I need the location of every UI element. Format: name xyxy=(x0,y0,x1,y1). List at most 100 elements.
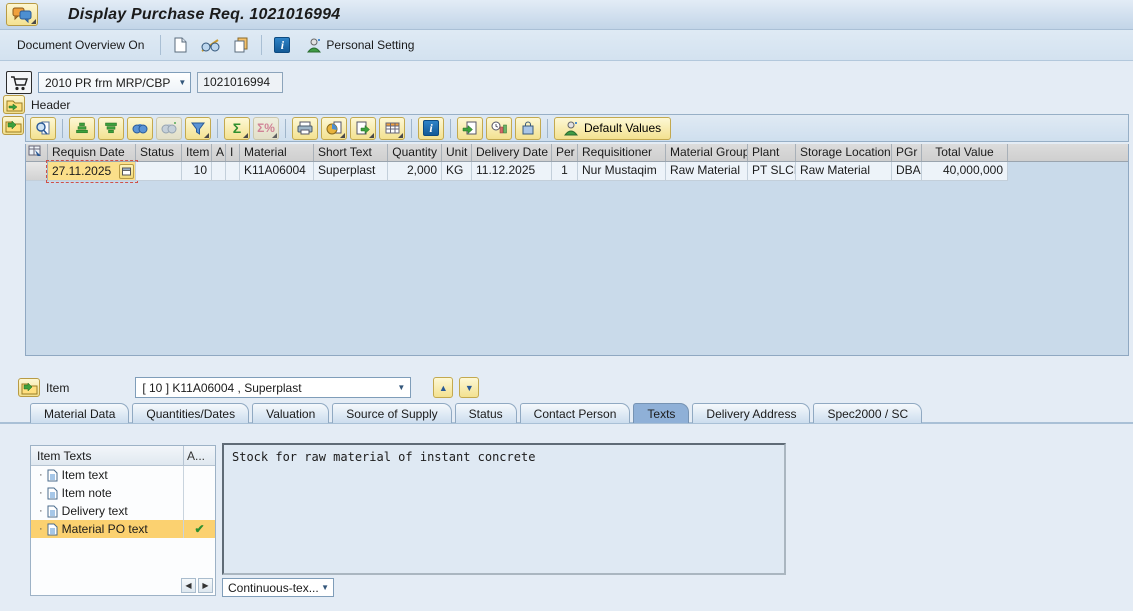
cell-short-text[interactable]: Superplast xyxy=(314,162,388,181)
system-menu-button[interactable] xyxy=(6,3,38,26)
display-change-button[interactable] xyxy=(197,36,223,55)
cell-pgr[interactable]: DBA xyxy=(892,162,922,181)
tab-quantities-dates[interactable]: Quantities/Dates xyxy=(132,403,249,423)
document-type-select[interactable]: 2010 PR frm MRP/CBP ▼ xyxy=(38,72,191,93)
column-header-quantity[interactable]: Quantity xyxy=(388,144,442,161)
cell-plant[interactable]: PT SLCI xyxy=(748,162,796,181)
column-header-plant[interactable]: Plant xyxy=(748,144,796,161)
column-header-pgr[interactable]: PGr xyxy=(892,144,922,161)
column-header-item[interactable]: Item xyxy=(182,144,212,161)
cell-material[interactable]: K11A06004 xyxy=(240,162,314,181)
previous-item-button[interactable]: ▲ xyxy=(433,377,453,398)
cell-per[interactable]: 1 xyxy=(552,162,578,181)
sort-ascending-icon xyxy=(75,122,89,134)
detail-button[interactable] xyxy=(30,117,56,140)
text-format-select[interactable]: Continuous-tex... ▼ xyxy=(222,578,334,597)
copy-button[interactable] xyxy=(230,35,252,55)
cell-storage-location[interactable]: Raw Material xyxy=(796,162,892,181)
column-header-total-value[interactable]: Total Value xyxy=(922,144,1008,161)
cell-i[interactable] xyxy=(226,162,240,181)
column-header-storage-location[interactable]: Storage Location xyxy=(796,144,892,161)
cell-requisitioner[interactable]: Nur Mustaqim xyxy=(578,162,666,181)
next-item-button[interactable]: ▼ xyxy=(459,377,479,398)
scroll-right-button[interactable]: ▶ xyxy=(198,578,213,593)
items-collapse-button[interactable] xyxy=(2,116,24,135)
filter-icon xyxy=(191,122,205,135)
purchase-req-button[interactable] xyxy=(6,71,32,94)
subtotal-button[interactable]: Σ% xyxy=(253,117,279,140)
dropdown-corner-icon xyxy=(340,133,345,138)
cell-material-group[interactable]: Raw Material xyxy=(666,162,748,181)
item-details-button[interactable]: i xyxy=(418,117,444,140)
changes-button[interactable] xyxy=(486,117,512,140)
cell-unit[interactable]: KG xyxy=(442,162,472,181)
cell-quantity[interactable]: 2,000 xyxy=(388,162,442,181)
check-icon: ✔ xyxy=(194,522,204,536)
scroll-left-button[interactable]: ◀ xyxy=(181,578,196,593)
column-header-delivery-date[interactable]: Delivery Date xyxy=(472,144,552,161)
tab-texts[interactable]: Texts xyxy=(633,403,689,423)
tab-spec2000-sc[interactable]: Spec2000 / SC xyxy=(813,403,922,423)
print-button[interactable] xyxy=(292,117,318,140)
text-type-item-note[interactable]: · Item note xyxy=(31,484,215,502)
column-header-status[interactable]: Status xyxy=(136,144,182,161)
column-header-material[interactable]: Material xyxy=(240,144,314,161)
column-header-a[interactable]: A xyxy=(212,144,226,161)
up-arrow-icon: ▲ xyxy=(439,383,448,393)
column-header-short-text[interactable]: Short Text xyxy=(314,144,388,161)
total-button[interactable]: Σ xyxy=(224,117,250,140)
items-section-toggle xyxy=(2,116,24,135)
row-select-button[interactable] xyxy=(26,162,48,181)
sort-descending-button[interactable] xyxy=(98,117,124,140)
tab-material-data[interactable]: Material Data xyxy=(30,403,129,423)
document-overview-button[interactable]: Document Overview On xyxy=(10,35,151,55)
column-header-requisn-date[interactable]: Requisn Date xyxy=(48,144,136,161)
page-title: Display Purchase Req. 1021016994 xyxy=(68,6,340,24)
text-type-item-text[interactable]: · Item text xyxy=(31,466,215,484)
tab-status[interactable]: Status xyxy=(455,403,517,423)
shopping-bag-button[interactable] xyxy=(515,117,541,140)
date-picker-button[interactable] xyxy=(119,164,134,179)
item-select[interactable]: [ 10 ] K11A06004 , Superplast ▼ xyxy=(135,377,411,398)
cell-total-value[interactable]: 40,000,000 xyxy=(922,162,1008,181)
column-header-i[interactable]: I xyxy=(226,144,240,161)
dropdown-corner-icon xyxy=(243,133,248,138)
chevron-down-icon: ▼ xyxy=(321,583,329,592)
column-header-unit[interactable]: Unit xyxy=(442,144,472,161)
tab-source-of-supply[interactable]: Source of Supply xyxy=(332,403,451,423)
select-all-button[interactable] xyxy=(26,144,48,161)
export-button[interactable] xyxy=(350,117,376,140)
bullet-icon: · xyxy=(39,487,43,499)
cell-delivery-date[interactable]: 11.12.2025 xyxy=(472,162,552,181)
tab-valuation[interactable]: Valuation xyxy=(252,403,329,423)
set-filter-button[interactable] xyxy=(185,117,211,140)
layout-button[interactable] xyxy=(379,117,405,140)
header-expand-button[interactable] xyxy=(3,95,25,114)
copy-to-document-button[interactable] xyxy=(457,117,483,140)
column-header-requisitioner[interactable]: Requisitioner xyxy=(578,144,666,161)
column-header-material-group[interactable]: Material Group xyxy=(666,144,748,161)
personal-setting-button[interactable]: Personal Setting xyxy=(300,35,421,56)
column-header-per[interactable]: Per xyxy=(552,144,578,161)
create-document-button[interactable] xyxy=(170,35,190,55)
services-info-button[interactable]: i xyxy=(271,35,293,55)
text-type-delivery-text[interactable]: · Delivery text xyxy=(31,502,215,520)
document-number-field[interactable]: 1021016994 xyxy=(197,72,283,93)
sort-ascending-button[interactable] xyxy=(69,117,95,140)
person-icon xyxy=(564,121,579,136)
cell-status[interactable] xyxy=(136,162,182,181)
text-type-material-po-text-selected[interactable]: · Material PO text ✔ xyxy=(31,520,215,538)
cell-item[interactable]: 10 xyxy=(182,162,212,181)
tab-delivery-address[interactable]: Delivery Address xyxy=(692,403,810,423)
cell-requisn-date[interactable]: 27.11.2025 xyxy=(48,162,136,181)
item-collapse-button[interactable] xyxy=(18,378,40,397)
text-editor[interactable]: Stock for raw material of instant concre… xyxy=(222,443,786,575)
document-type-row: 2010 PR frm MRP/CBP ▼ 1021016994 xyxy=(6,71,283,94)
cell-a[interactable] xyxy=(212,162,226,181)
find-button[interactable] xyxy=(127,117,153,140)
views-button[interactable] xyxy=(321,117,347,140)
separator xyxy=(160,35,161,55)
tab-contact-person[interactable]: Contact Person xyxy=(520,403,631,423)
find-next-button[interactable] xyxy=(156,117,182,140)
default-values-button[interactable]: Default Values xyxy=(554,117,671,140)
